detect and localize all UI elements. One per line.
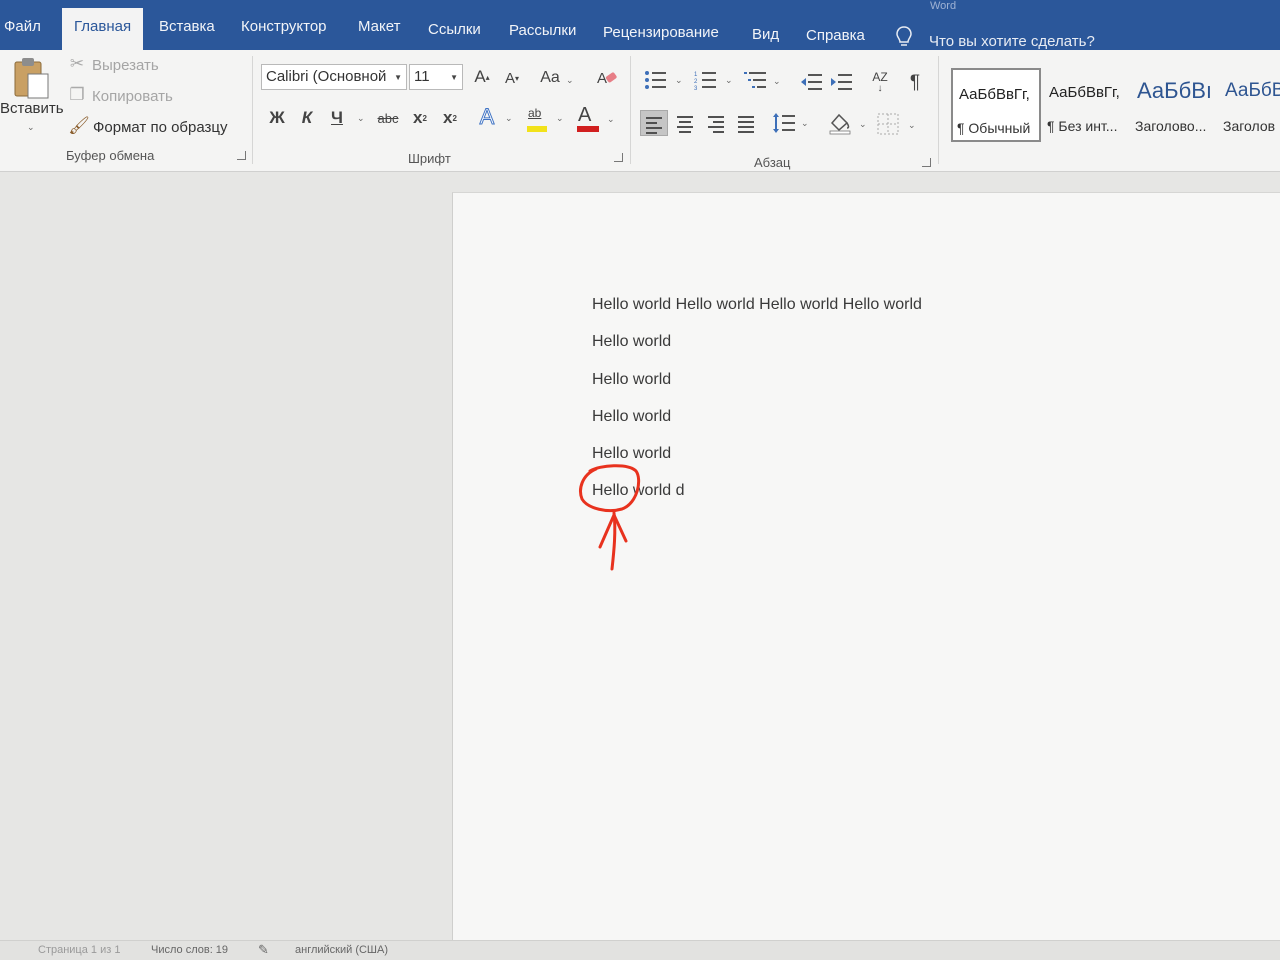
clipboard-group-label: Буфер обмена bbox=[66, 148, 155, 163]
tab-layout[interactable]: Макет bbox=[358, 18, 400, 35]
grow-font-icon[interactable]: A ▴ bbox=[473, 66, 491, 88]
show-marks-icon[interactable]: ¶ bbox=[905, 70, 925, 96]
bold-button[interactable]: Ж bbox=[266, 105, 288, 131]
paste-dropdown-icon[interactable]: ⌄ bbox=[27, 122, 35, 133]
align-center-button[interactable] bbox=[672, 110, 700, 136]
document-page[interactable]: Hello world Hello world Hello world Hell… bbox=[452, 192, 1280, 940]
tab-help[interactable]: Справка bbox=[806, 27, 865, 44]
clear-formatting-icon[interactable]: A bbox=[596, 68, 618, 88]
bullets-icon[interactable] bbox=[644, 70, 668, 90]
window-title: Word bbox=[930, 0, 957, 12]
increase-indent-icon[interactable] bbox=[830, 72, 854, 92]
tab-review[interactable]: Рецензирование bbox=[603, 24, 719, 41]
tab-insert[interactable]: Вставка bbox=[159, 18, 215, 35]
tab-view[interactable]: Вид bbox=[752, 26, 779, 43]
format-painter-icon[interactable]: 🖌 bbox=[68, 116, 90, 136]
numbering-dropdown-icon[interactable]: ⌄ bbox=[725, 75, 733, 86]
style-heading-1[interactable]: АаБбВı Заголово... bbox=[1131, 68, 1217, 142]
tab-design[interactable]: Конструктор bbox=[241, 18, 327, 35]
paragraph-group-label: Абзац bbox=[754, 155, 791, 170]
font-group-label: Шрифт bbox=[408, 151, 451, 166]
font-color-bar bbox=[577, 126, 599, 132]
highlight-color-bar bbox=[527, 126, 547, 132]
document-line[interactable]: Hello world bbox=[592, 408, 671, 426]
tab-references[interactable]: Ссылки bbox=[428, 21, 481, 38]
borders-icon[interactable] bbox=[877, 113, 899, 135]
text-effects-dropdown-icon[interactable]: ⌄ bbox=[505, 113, 513, 124]
font-color-dropdown-icon[interactable]: ⌄ bbox=[607, 114, 615, 125]
document-line[interactable]: Hello world bbox=[592, 333, 671, 351]
lightbulb-icon[interactable] bbox=[895, 26, 913, 48]
format-painter-button[interactable]: Формат по образцу bbox=[93, 119, 228, 136]
word-count[interactable]: Число слов: 19 bbox=[151, 944, 228, 956]
tab-file[interactable]: Файл bbox=[4, 18, 41, 35]
change-case-button[interactable]: Aa bbox=[539, 67, 561, 89]
proofing-icon[interactable]: ✎ bbox=[258, 942, 269, 958]
numbering-icon[interactable]: 123 bbox=[694, 70, 718, 90]
ribbon-tab-bar: Word Файл Главная Вставка Конструктор Ма… bbox=[0, 0, 1280, 50]
tab-home[interactable]: Главная bbox=[62, 8, 144, 50]
line-spacing-icon[interactable] bbox=[772, 112, 796, 134]
page-count[interactable]: Страница 1 из 1 bbox=[38, 944, 120, 956]
document-canvas: Hello world Hello world Hello world Hell… bbox=[0, 172, 1280, 940]
svg-text:2: 2 bbox=[694, 79, 698, 85]
group-divider bbox=[938, 56, 939, 164]
change-case-dropdown-icon[interactable]: ⌄ bbox=[566, 75, 574, 86]
cut-button[interactable]: Вырезать bbox=[92, 57, 159, 74]
bullets-dropdown-icon[interactable]: ⌄ bbox=[675, 75, 683, 86]
font-launcher-icon[interactable] bbox=[614, 153, 623, 162]
shading-dropdown-icon[interactable]: ⌄ bbox=[859, 119, 867, 130]
font-size-select[interactable]: 11 ▼ bbox=[409, 64, 463, 90]
decrease-indent-icon[interactable] bbox=[800, 72, 824, 92]
document-line[interactable]: Hello world d bbox=[592, 482, 684, 500]
shading-icon[interactable] bbox=[828, 111, 852, 135]
status-bar: Страница 1 из 1 Число слов: 19 ✎ английс… bbox=[0, 940, 1280, 960]
multilevel-list-icon[interactable] bbox=[744, 70, 768, 90]
language-indicator[interactable]: английский (США) bbox=[295, 944, 388, 956]
style-heading-2[interactable]: АаБбВ Заголов bbox=[1219, 68, 1280, 142]
paragraph-launcher-icon[interactable] bbox=[922, 158, 931, 167]
strikethrough-button[interactable]: abc bbox=[375, 106, 401, 130]
style-no-spacing[interactable]: АаБбВвГг, ¶ Без инт... bbox=[1043, 68, 1129, 142]
document-line[interactable]: Hello world bbox=[592, 445, 671, 463]
sort-icon[interactable]: AZ ↓ bbox=[868, 70, 892, 96]
subscript-button[interactable]: x2 bbox=[409, 106, 431, 130]
underline-dropdown-icon[interactable]: ⌄ bbox=[357, 113, 365, 124]
paste-icon[interactable] bbox=[12, 56, 52, 102]
italic-button[interactable]: К bbox=[296, 105, 318, 131]
align-right-button[interactable] bbox=[703, 110, 731, 136]
highlight-icon[interactable]: ab bbox=[524, 104, 550, 134]
scissors-icon[interactable]: ✂ bbox=[68, 54, 86, 74]
superscript-button[interactable]: x2 bbox=[439, 106, 461, 130]
ribbon: Вставить ⌄ ✂ Вырезать ❐ Копировать 🖌 Фор… bbox=[0, 50, 1280, 172]
copy-icon[interactable]: ❐ bbox=[68, 85, 86, 105]
document-line[interactable]: Hello world bbox=[592, 371, 671, 389]
copy-button[interactable]: Копировать bbox=[92, 88, 173, 105]
svg-text:1: 1 bbox=[694, 72, 698, 78]
paste-button[interactable]: Вставить bbox=[0, 100, 64, 117]
tab-mailings[interactable]: Рассылки bbox=[509, 22, 576, 39]
svg-text:3: 3 bbox=[694, 86, 698, 90]
document-line[interactable]: Hello world Hello world Hello world Hell… bbox=[592, 296, 922, 314]
clipboard-launcher-icon[interactable] bbox=[237, 151, 246, 160]
align-left-button[interactable] bbox=[640, 110, 668, 136]
font-color-icon[interactable]: A bbox=[575, 104, 601, 134]
justify-button[interactable] bbox=[733, 110, 761, 136]
font-family-select[interactable]: Calibri (Основной ▼ bbox=[261, 64, 407, 90]
group-divider bbox=[630, 56, 631, 164]
svg-text:A: A bbox=[597, 70, 607, 87]
text-effects-icon[interactable]: A bbox=[476, 104, 498, 130]
style-normal[interactable]: АаБбВвГг, ¶ Обычный bbox=[951, 68, 1041, 142]
highlight-dropdown-icon[interactable]: ⌄ bbox=[556, 113, 564, 124]
tell-me-search[interactable]: Что вы хотите сделать? bbox=[929, 33, 1095, 50]
borders-dropdown-icon[interactable]: ⌄ bbox=[908, 120, 916, 131]
underline-button[interactable]: Ч bbox=[326, 105, 348, 131]
line-spacing-dropdown-icon[interactable]: ⌄ bbox=[801, 118, 809, 129]
multilevel-dropdown-icon[interactable]: ⌄ bbox=[773, 76, 781, 87]
shrink-font-icon[interactable]: A ▾ bbox=[503, 67, 521, 89]
group-divider bbox=[252, 56, 253, 164]
